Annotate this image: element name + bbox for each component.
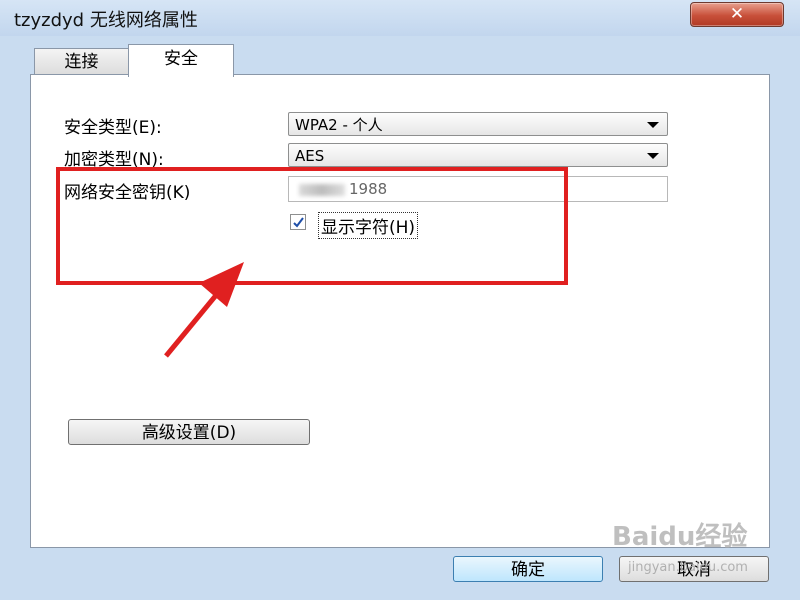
tab-security[interactable]: 安全 xyxy=(128,44,234,77)
watermark-logo: Baidu经验 xyxy=(612,522,748,552)
watermark-url: jingyan.baidu.com xyxy=(628,560,748,575)
annotation-arrow-icon xyxy=(164,262,244,358)
